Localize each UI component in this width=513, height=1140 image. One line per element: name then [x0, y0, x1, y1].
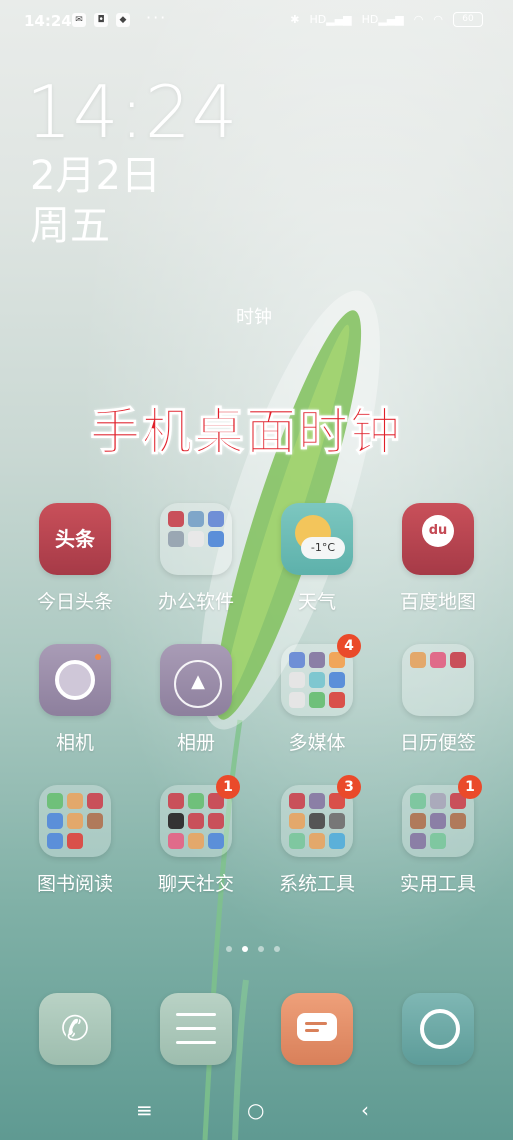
app-label: 相机 — [55, 732, 94, 754]
app-gallery[interactable]: ▲ 相册 — [141, 644, 251, 755]
app-label: 办公软件 — [157, 591, 234, 613]
toutiao-icon: 头条 — [39, 503, 111, 575]
app-label: 多媒体 — [288, 732, 346, 754]
app-label: 百度地图 — [399, 591, 476, 613]
app-label: 实用工具 — [399, 873, 476, 895]
bluetooth-icon: ✱ — [290, 13, 300, 26]
mountain-icon: ▲ — [160, 644, 232, 716]
back-nav-button[interactable]: ‹ — [361, 1098, 369, 1122]
folder-system-tools[interactable]: 3 系统工具 — [262, 775, 372, 896]
notification-badge: 4 — [337, 634, 361, 658]
signal-icon: HD▂▄▆ — [309, 13, 352, 26]
folder-icon — [160, 503, 232, 575]
folder-icon: 3 — [281, 775, 361, 857]
app-camera[interactable]: 相机 — [20, 644, 130, 755]
signal-icon-2: HD▂▄▆ — [361, 13, 404, 26]
page-dot-active[interactable] — [242, 946, 248, 952]
folder-utilities[interactable]: 1 实用工具 — [383, 775, 493, 896]
app-label: 天气 — [297, 591, 336, 613]
folder-multimedia[interactable]: 4 多媒体 — [262, 634, 372, 755]
app-label: 今日头条 — [36, 591, 113, 613]
notification-badge: 1 — [216, 775, 240, 799]
page-dot[interactable] — [226, 946, 232, 952]
notification-badge: 1 — [458, 775, 482, 799]
app-baidu-map[interactable]: du 百度地图 — [383, 503, 493, 614]
app-weather[interactable]: -1°C 天气 — [262, 503, 372, 614]
hotspot-icon: ◠ — [433, 13, 443, 26]
home-nav-button[interactable]: ○ — [247, 1098, 264, 1122]
folder-office[interactable]: 办公软件 — [141, 503, 251, 614]
folder-icon: 1 — [402, 775, 482, 857]
clock-widget-label: 时钟 — [236, 307, 272, 328]
folder-social[interactable]: 1 聊天社交 — [141, 775, 251, 896]
weather-icon: -1°C — [281, 503, 353, 575]
page-dot[interactable] — [274, 946, 280, 952]
app-toutiao[interactable]: 头条 今日头条 — [20, 503, 130, 614]
folder-books[interactable]: 图书阅读 — [20, 785, 130, 896]
notification-badge: 3 — [337, 775, 361, 799]
folder-icon: 4 — [281, 634, 361, 716]
mail-icon: ✉ — [72, 13, 86, 27]
menu-nav-button[interactable]: ≡ — [136, 1098, 153, 1122]
folder-calendar-notes[interactable]: 日历便签 — [383, 644, 493, 755]
app-label: 聊天社交 — [157, 873, 234, 895]
app-label: 系统工具 — [278, 873, 355, 895]
clock-time[interactable]: 14:24 — [26, 76, 239, 148]
camera-icon — [39, 644, 111, 716]
messages-icon[interactable] — [281, 993, 353, 1065]
folder-icon: 1 — [160, 775, 240, 857]
settings-icon[interactable] — [160, 993, 232, 1065]
notification-icon: ◘ — [94, 13, 108, 27]
page-indicator[interactable] — [226, 946, 280, 952]
app-label: 相册 — [176, 732, 215, 754]
map-pin-icon: du — [402, 503, 474, 575]
folder-icon — [402, 644, 474, 716]
clock-weekday: 周五 — [30, 203, 110, 249]
more-notifications: ··· — [146, 8, 168, 27]
status-time: 14:24 — [24, 12, 72, 30]
phone-icon[interactable]: ✆ — [39, 993, 111, 1065]
app-icon: ◆ — [116, 13, 130, 27]
browser-icon[interactable] — [402, 993, 474, 1065]
status-bar: 14:24 ✉ ◘ ◆ ··· ✱ HD▂▄▆ HD▂▄▆ ◠ ◠ 60 — [0, 0, 513, 44]
wifi-icon: ◠ — [413, 13, 424, 26]
video-caption: 手机桌面时钟 — [90, 403, 402, 462]
clock-date: 2月2日 — [30, 153, 161, 199]
app-label: 图书阅读 — [36, 873, 113, 895]
app-label: 日历便签 — [399, 732, 476, 754]
page-dot[interactable] — [258, 946, 264, 952]
battery-icon: 60 — [453, 12, 483, 27]
weather-temperature: -1°C — [301, 537, 345, 559]
folder-icon — [39, 785, 111, 857]
